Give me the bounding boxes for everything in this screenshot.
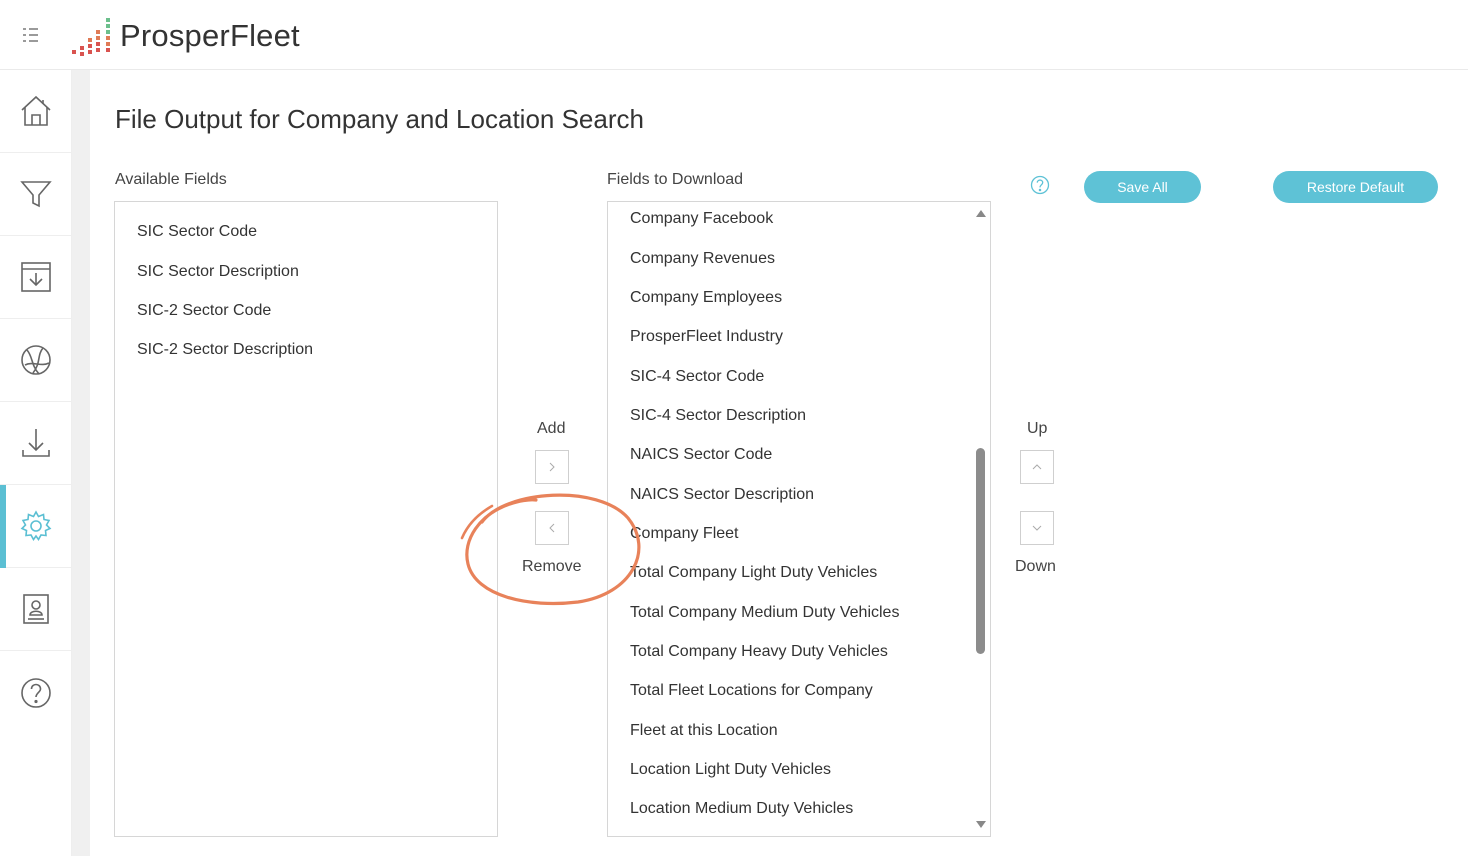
app-logo[interactable]: ProsperFleet	[70, 12, 300, 56]
chevron-up-icon	[1032, 464, 1042, 470]
fields-to-download-label: Fields to Download	[607, 171, 744, 188]
list-item[interactable]: NAICS Sector Description	[630, 486, 814, 504]
sidebar-item-home[interactable]	[0, 70, 71, 153]
sidebar-item-map[interactable]	[0, 319, 71, 402]
filter-icon	[19, 181, 52, 208]
list-item[interactable]: SIC-2 Sector Description	[137, 341, 313, 359]
download-icon	[21, 429, 50, 457]
add-label: Add	[537, 420, 566, 437]
sidebar-item-settings[interactable]	[0, 485, 71, 568]
app-name: ProsperFleet	[120, 18, 300, 53]
list-item[interactable]: SIC-2 Sector Code	[137, 302, 271, 320]
save-all-button[interactable]: Save All	[1084, 171, 1201, 203]
available-fields-label: Available Fields	[115, 171, 227, 188]
logo-bars-icon	[72, 18, 110, 56]
available-fields-list[interactable]: SIC Sector Code SIC Sector Description S…	[114, 201, 498, 837]
sidebar-gutter	[72, 70, 90, 856]
page-title: File Output for Company and Location Sea…	[115, 104, 644, 134]
list-item[interactable]: Location Medium Duty Vehicles	[630, 800, 853, 818]
chevron-left-icon	[549, 523, 555, 533]
up-label: Up	[1027, 420, 1048, 437]
fields-to-download-list[interactable]: Company Facebook Company Revenues Compan…	[607, 201, 991, 837]
scroll-down-arrow-icon[interactable]	[975, 820, 987, 830]
contact-card-icon	[22, 594, 49, 624]
scrollbar-thumb[interactable]	[976, 448, 985, 654]
list-item[interactable]: SIC Sector Description	[137, 263, 299, 281]
list-item[interactable]: Total Company Heavy Duty Vehicles	[630, 643, 888, 661]
list-item[interactable]: ProsperFleet Industry	[630, 328, 783, 346]
sidebar-item-help[interactable]	[0, 651, 71, 734]
list-item[interactable]: Company Employees	[630, 289, 782, 307]
add-button[interactable]	[535, 450, 569, 484]
sidebar	[0, 70, 72, 856]
sidebar-item-filter[interactable]	[0, 153, 71, 236]
scrollbar[interactable]	[972, 202, 990, 836]
list-item[interactable]: Fleet at this Location	[630, 722, 778, 740]
list-item[interactable]: Location Light Duty Vehicles	[630, 761, 831, 779]
remove-button[interactable]	[535, 511, 569, 545]
scroll-up-arrow-icon[interactable]	[975, 208, 987, 218]
sidebar-item-saved[interactable]	[0, 236, 71, 319]
top-bar: ProsperFleet	[0, 0, 1468, 70]
list-item[interactable]: Total Company Light Duty Vehicles	[630, 564, 877, 582]
list-item[interactable]: SIC-4 Sector Description	[630, 407, 806, 425]
help-icon[interactable]	[1030, 175, 1050, 195]
list-item[interactable]: Company Revenues	[630, 250, 775, 268]
sidebar-item-download[interactable]	[0, 402, 71, 485]
home-icon	[20, 95, 51, 126]
list-item[interactable]: SIC-4 Sector Code	[630, 368, 764, 386]
list-item[interactable]: Company Fleet	[630, 525, 739, 543]
down-label: Down	[1015, 558, 1056, 575]
list-item[interactable]: Total Company Medium Duty Vehicles	[630, 604, 899, 622]
move-up-button[interactable]	[1020, 450, 1054, 484]
globe-icon	[20, 345, 51, 375]
list-item[interactable]: Company Facebook	[630, 210, 773, 228]
remove-label: Remove	[522, 558, 582, 575]
gear-icon	[20, 510, 51, 541]
help-icon	[20, 677, 51, 708]
move-down-button[interactable]	[1020, 511, 1054, 545]
restore-default-button[interactable]: Restore Default	[1273, 171, 1438, 203]
list-item[interactable]: SIC Sector Code	[137, 223, 257, 241]
sidebar-item-profile[interactable]	[0, 568, 71, 651]
list-item[interactable]: NAICS Sector Code	[630, 446, 772, 464]
save-download-icon	[20, 262, 51, 292]
chevron-right-icon	[549, 462, 555, 472]
chevron-down-icon	[1032, 525, 1042, 531]
list-item[interactable]: Total Fleet Locations for Company	[630, 682, 873, 700]
menu-toggle-icon[interactable]	[23, 26, 49, 44]
